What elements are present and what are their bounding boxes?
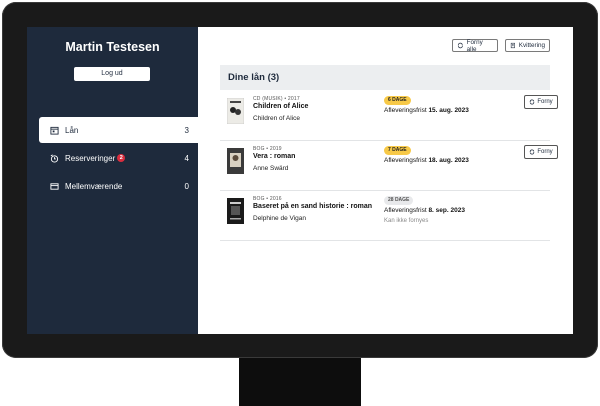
app-screen: Martin Testesen Log ud Lån 3 Reservering… [27,27,573,334]
due-date: Afleveringsfrist 15. aug. 2023 [384,107,469,114]
loan-meta: BOG • 2019 [253,146,282,152]
loans-heading: Dine lån (3) [220,65,550,90]
calendar-icon [48,124,60,136]
receipt-icon [510,42,515,49]
cover-image [227,198,244,224]
sidebar-item-count: 0 [184,181,189,191]
renew-button[interactable]: Forny [524,145,558,159]
days-left-badge: 6 DAGE [384,96,411,105]
loan-row: CD (MUSIK) • 2017 Children of Alice Chil… [220,91,558,141]
due-date-value: 8. sep. 2023 [428,207,465,214]
renew-label: Forny [537,99,553,105]
card-icon [48,180,60,192]
sidebar-item-label: Mellemværende [65,181,123,191]
refresh-icon [530,99,535,105]
due-date: Afleveringsfrist 8. sep. 2023 [384,207,465,214]
monitor-stand [239,358,361,406]
loan-meta: CD (MUSIK) • 2017 [253,96,300,102]
receipt-label: Kvittering [518,42,545,49]
loan-title[interactable]: Children of Alice [253,103,308,110]
loan-meta: BOG • 2016 [253,196,282,202]
renew-all-label: Forny alle [466,38,483,53]
due-date: Afleveringsfrist 18. aug. 2023 [384,157,469,164]
main-content: Forny alle Kvittering Dine lån (3) CD (M… [198,27,573,334]
logout-button[interactable]: Log ud [74,67,150,81]
due-date-value: 15. aug. 2023 [428,107,469,114]
refresh-icon [457,42,463,49]
reservation-icon [48,152,60,164]
renew-button[interactable]: Forny [524,95,558,109]
days-left-badge: 28 DAGE [384,196,414,205]
days-left-badge: 7 DAGE [384,146,411,155]
notification-badge: 2 [117,153,126,162]
due-label: Afleveringsfrist [384,157,427,164]
loan-row: BOG • 2019 Vera : roman Anne Swärd 7 DAG… [220,141,558,191]
sidebar-item-count: 4 [184,153,189,163]
cannot-renew-note: Kan ikke fornyes [384,218,429,224]
loan-author: Anne Swärd [253,165,289,172]
cover-image [227,148,244,174]
user-name: Martin Testesen [65,40,160,54]
loan-author: Children of Alice [253,115,300,122]
sidebar-item-label: Lån [65,125,79,135]
due-date-value: 18. aug. 2023 [428,157,469,164]
sidebar: Martin Testesen Log ud Lån 3 Reservering… [27,27,198,334]
refresh-icon [530,149,535,155]
receipt-button[interactable]: Kvittering [505,39,550,52]
loan-author: Delphine de Vigan [253,215,307,222]
sidebar-item-loans[interactable]: Lån 3 [39,117,198,143]
cover-image [226,97,245,125]
sidebar-item-reservations[interactable]: Reserveringer 2 4 [39,145,198,171]
sidebar-item-balance[interactable]: Mellemværende 0 [39,173,198,199]
renew-all-button[interactable]: Forny alle [452,38,498,53]
due-label: Afleveringsfrist [384,107,427,114]
due-label: Afleveringsfrist [384,207,427,214]
renew-label: Forny [537,149,553,155]
sidebar-item-count: 3 [184,125,189,135]
sidebar-item-label: Reserveringer [65,153,116,163]
loan-title[interactable]: Vera : roman [253,153,295,160]
loan-title[interactable]: Baseret på en sand historie : roman [253,203,372,210]
loan-row: BOG • 2016 Baseret på en sand historie :… [220,191,550,241]
